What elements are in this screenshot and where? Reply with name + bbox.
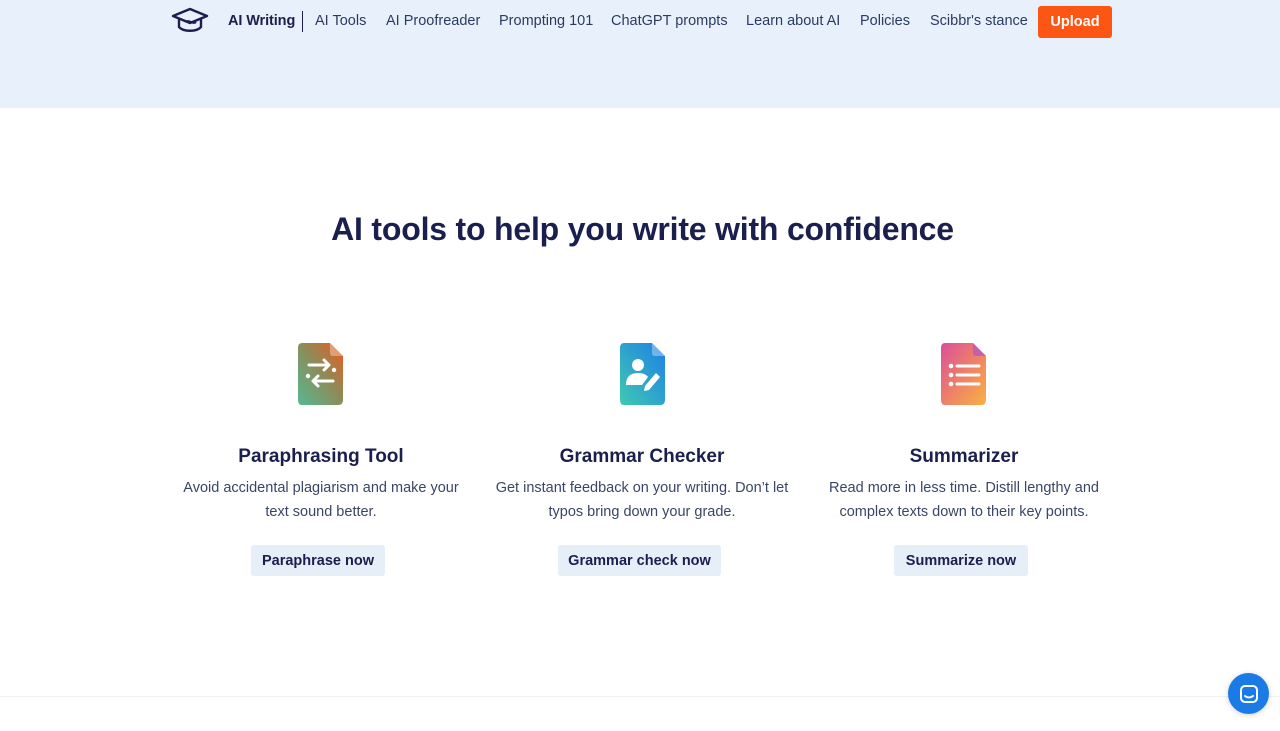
tool-description: Get instant feedback on your writing. Do… [482, 476, 802, 524]
nav-ai-tools[interactable]: AI Tools [315, 13, 366, 29]
graduation-cap-logo-icon[interactable] [171, 6, 209, 36]
nav-policies[interactable]: Policies [860, 13, 910, 29]
nav-prompting-101[interactable]: Prompting 101 [499, 13, 593, 29]
section-title: AI tools to help you write with confiden… [331, 211, 954, 247]
tool-description-line: text sound better. [265, 504, 377, 520]
grammar-check-now-button[interactable]: Grammar check now [558, 545, 721, 576]
chat-launcher-button[interactable] [1228, 673, 1269, 714]
tool-title: Summarizer [909, 446, 1019, 467]
brand-label[interactable]: AI Writing [228, 13, 295, 29]
tool-description: Avoid accidental plagiarism and make you… [161, 476, 481, 524]
top-navigation: AI Writing AI Tools AI Proofreader Promp… [0, 0, 1280, 44]
tool-description-line: Read more in less time. Distill lengthy … [829, 480, 1099, 496]
tool-description-line: typos bring down your grade. [548, 504, 736, 520]
tool-title: Grammar Checker [559, 446, 725, 467]
paraphrase-icon[interactable] [296, 340, 346, 408]
nav-ai-proofreader[interactable]: AI Proofreader [386, 13, 480, 29]
chat-icon [1239, 684, 1258, 703]
nav-learn-about-ai[interactable]: Learn about AI [746, 13, 840, 29]
tool-description-line: complex texts down to their key points. [839, 504, 1089, 520]
grammar-icon[interactable] [618, 340, 668, 408]
tool-description-line: Avoid accidental plagiarism and make you… [183, 480, 459, 496]
nav-chatgpt-prompts[interactable]: ChatGPT prompts [611, 13, 728, 29]
tool-description: Read more in less time. Distill lengthy … [804, 476, 1124, 524]
paraphrase-now-button[interactable]: Paraphrase now [251, 545, 385, 576]
summarizer-icon[interactable] [939, 340, 989, 408]
upload-button[interactable]: Upload [1038, 6, 1112, 38]
tool-description-line: Get instant feedback on your writing. Do… [495, 480, 789, 496]
brand-divider [302, 11, 303, 32]
section-divider [0, 696, 1280, 697]
nav-scibbrs-stance[interactable]: Scibbr's stance [930, 13, 1028, 29]
tool-title: Paraphrasing Tool [238, 446, 404, 467]
summarize-now-button[interactable]: Summarize now [894, 545, 1028, 576]
